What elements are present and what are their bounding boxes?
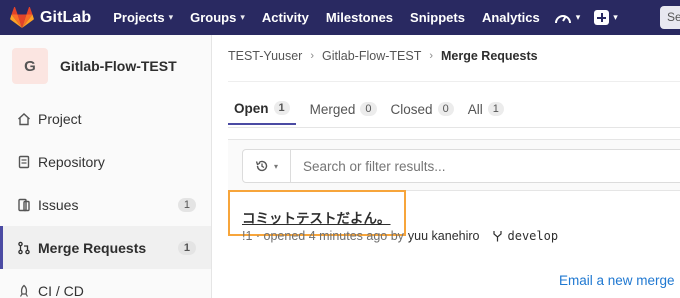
tab-merged[interactable]: Merged 0 bbox=[310, 91, 377, 125]
tab-label: All bbox=[467, 101, 483, 117]
sidebar-item-repository[interactable]: Repository bbox=[0, 140, 211, 183]
breadcrumb-item-current[interactable]: Merge Requests bbox=[441, 49, 538, 63]
sidebar-item-issues[interactable]: Issues 1 bbox=[0, 183, 211, 226]
merge-requests-count-badge: 1 bbox=[177, 240, 196, 255]
new-dropdown[interactable]: ▾ bbox=[594, 10, 618, 25]
tab-open[interactable]: Open 1 bbox=[228, 91, 296, 125]
gitlab-logo[interactable]: GitLab bbox=[10, 6, 92, 29]
chevron-down-icon: ▾ bbox=[273, 161, 278, 171]
chevron-down-icon: ▾ bbox=[613, 12, 618, 22]
nav-groups-label: Groups bbox=[190, 10, 237, 25]
main-content: TEST-Yuuser › Gitlab-Flow-TEST › Merge R… bbox=[212, 35, 680, 298]
history-icon bbox=[255, 160, 268, 172]
nav-snippets[interactable]: Snippets bbox=[410, 10, 465, 25]
gitlab-tanuki-icon bbox=[10, 6, 34, 28]
tab-count-badge: 0 bbox=[360, 102, 377, 116]
filter-box: ▾ bbox=[242, 149, 680, 183]
chevron-down-icon: ▾ bbox=[168, 12, 174, 22]
doc-icon bbox=[16, 154, 32, 170]
divider bbox=[228, 81, 680, 82]
project-sidebar: G Gitlab-Flow-TEST Project Repository Is… bbox=[0, 35, 212, 298]
nav-groups[interactable]: Groups ▾ bbox=[190, 10, 245, 25]
nav-snippets-label: Snippets bbox=[410, 10, 465, 25]
breadcrumb-item-project[interactable]: Gitlab-Flow-TEST bbox=[322, 49, 421, 63]
plus-square-icon bbox=[594, 10, 610, 25]
search-filter-input[interactable] bbox=[303, 158, 680, 174]
chevron-down-icon: ▾ bbox=[240, 12, 245, 22]
nav-analytics[interactable]: Analytics bbox=[482, 10, 540, 25]
nav-analytics-label: Analytics bbox=[481, 10, 540, 25]
nav-projects[interactable]: Projects ▾ bbox=[113, 10, 173, 25]
tab-count-badge: 0 bbox=[437, 102, 454, 116]
brand-name: GitLab bbox=[40, 8, 92, 26]
mr-target-branch[interactable]: develop bbox=[492, 229, 559, 243]
sidebar-item-ci-cd[interactable]: CI / CD bbox=[0, 269, 211, 298]
merge-request-title-link[interactable]: コミットテストだよん。 bbox=[242, 207, 391, 227]
performance-dropdown[interactable]: ▾ bbox=[554, 10, 581, 26]
nav-activity-label: Activity bbox=[261, 10, 309, 25]
tab-label: Merged bbox=[309, 101, 356, 117]
rocket-icon bbox=[16, 283, 32, 298]
sidebar-item-project[interactable]: Project bbox=[0, 97, 211, 140]
nav-milestones-label: Milestones bbox=[325, 10, 394, 25]
nav-projects-label: Projects bbox=[113, 10, 165, 25]
sidebar-item-label: CI / CD bbox=[38, 282, 84, 298]
breadcrumb: TEST-Yuuser › Gitlab-Flow-TEST › Merge R… bbox=[228, 49, 538, 63]
tab-count-badge: 1 bbox=[273, 101, 290, 115]
sidebar-item-label: Repository bbox=[38, 153, 105, 170]
tab-count-badge: 1 bbox=[487, 102, 504, 116]
sidebar-item-label: Issues bbox=[38, 196, 79, 213]
mr-author-link[interactable]: yuu kanehiro bbox=[408, 229, 480, 243]
top-navbar: GitLab Projects ▾ Groups ▾ Activity Mile… bbox=[0, 0, 680, 35]
project-avatar: G bbox=[12, 48, 48, 84]
sidebar-item-label: Merge Requests bbox=[38, 239, 147, 256]
mr-branch-name: develop bbox=[507, 229, 559, 243]
tab-closed[interactable]: Closed 0 bbox=[391, 91, 454, 125]
nav-activity[interactable]: Activity bbox=[262, 10, 309, 25]
breadcrumb-item-group[interactable]: TEST-Yuuser bbox=[228, 49, 302, 63]
recent-searches-button[interactable]: ▾ bbox=[243, 150, 291, 182]
nav-milestones[interactable]: Milestones bbox=[326, 10, 393, 25]
sidebar-item-label: Project bbox=[38, 110, 82, 127]
issues-icon bbox=[16, 197, 32, 213]
mr-meta-text: !1 · opened 4 minutes ago by bbox=[242, 229, 404, 243]
sidebar-project-header[interactable]: G Gitlab-Flow-TEST bbox=[0, 35, 211, 97]
home-icon bbox=[16, 111, 32, 127]
tab-all[interactable]: All 1 bbox=[468, 91, 504, 125]
email-new-merge-request-link[interactable]: Email a new merge bbox=[559, 273, 675, 288]
chevron-right-icon: › bbox=[310, 50, 315, 62]
filter-bar: ▾ bbox=[228, 139, 680, 191]
dashboard-gauge-icon bbox=[554, 14, 571, 23]
global-search-input[interactable]: Se bbox=[660, 6, 680, 29]
sidebar-item-merge-requests[interactable]: Merge Requests 1 bbox=[0, 226, 211, 269]
chevron-down-icon: ▾ bbox=[575, 12, 581, 22]
tab-label: Closed bbox=[390, 101, 433, 117]
merge-request-meta: !1 · opened 4 minutes ago by yuu kanehir… bbox=[242, 229, 558, 243]
mr-state-tabs: Open 1 Merged 0 Closed 0 All 1 bbox=[228, 91, 518, 127]
branch-icon bbox=[492, 231, 502, 242]
tab-label: Open bbox=[234, 100, 269, 116]
divider bbox=[228, 127, 680, 128]
merge-request-icon bbox=[16, 240, 32, 256]
chevron-right-icon: › bbox=[429, 50, 434, 62]
issues-count-badge: 1 bbox=[177, 197, 196, 212]
project-name: Gitlab-Flow-TEST bbox=[60, 58, 177, 74]
